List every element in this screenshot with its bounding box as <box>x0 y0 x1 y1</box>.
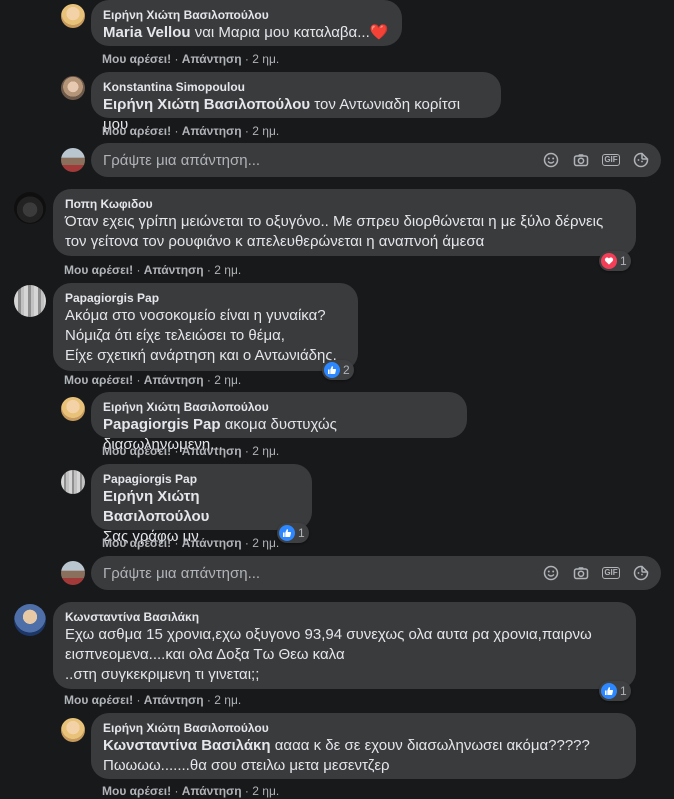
comment-bubble: Konstantina Simopoulou Ειρήνη Χιώτη Βασι… <box>91 72 501 133</box>
avatar[interactable] <box>61 76 85 100</box>
comment-bubble: Ειρήνη Χιώτη Βασιλοπούλου Κωνσταντίνα Βα… <box>91 713 636 779</box>
comment-author[interactable]: Papagiorgis Pap <box>65 290 346 306</box>
reply-action[interactable]: Απάντηση <box>144 693 204 707</box>
reaction-count[interactable]: 1 <box>599 681 631 701</box>
sticker-icon[interactable] <box>633 565 649 581</box>
camera-icon[interactable] <box>573 565 589 581</box>
current-user-avatar <box>61 148 85 172</box>
comment-text-line: Νόμιζα ότι είχε τελειώσει το θέμα, <box>65 327 285 344</box>
comment-actions: Μου αρέσει! · Απάντηση · 2 ημ. <box>64 693 242 707</box>
comment-text-line: Ακόμα στο νοσοκομείο είναι η γυναίκα? <box>65 307 326 324</box>
comment-text-line: Είχε σχετική ανάρτηση και ο Αντωνιάδης. <box>65 347 337 364</box>
comment-actions: Μου αρέσει! · Απάντηση · 2 ημ. <box>64 373 242 387</box>
comment-author[interactable]: Ειρήνη Χιώτη Βασιλοπούλου <box>103 720 624 736</box>
comment-actions: Μου αρέσει! · Απάντηση · 2 ημ. <box>102 536 280 550</box>
reply-action[interactable]: Απάντηση <box>182 52 242 66</box>
mention-link[interactable]: Maria Vellou <box>103 24 191 41</box>
comment-bubble: Ειρήνη Χιώτη Βασιλοπούλου Papagiorgis Pa… <box>91 392 467 453</box>
comment-text-line: τον γείτονα τον ρουφιάνο κ απελευθερώνετ… <box>65 233 485 250</box>
like-reaction-icon <box>324 362 340 378</box>
like-action[interactable]: Μου αρέσει! <box>102 52 171 66</box>
avatar[interactable] <box>14 285 46 317</box>
timestamp[interactable]: 2 ημ. <box>252 444 279 458</box>
camera-icon[interactable] <box>573 152 589 168</box>
comment-bubble: Κωνσταντίνα Βασιλάκη Εχω ασθμα 15 χρονια… <box>53 602 636 689</box>
comment-actions: Μου αρέσει! · Απάντηση · 2 ημ. <box>102 444 280 458</box>
like-action[interactable]: Μου αρέσει! <box>102 124 171 138</box>
emoji-icon[interactable] <box>543 565 559 581</box>
sticker-icon[interactable] <box>633 152 649 168</box>
timestamp[interactable]: 2 ημ. <box>252 536 279 550</box>
comment-author[interactable]: Konstantina Simopoulou <box>103 79 489 95</box>
avatar[interactable] <box>61 397 85 421</box>
reply-action[interactable]: Απάντηση <box>182 536 242 550</box>
timestamp[interactable]: 2 ημ. <box>252 52 279 66</box>
mention-link[interactable]: Κωνσταντίνα Βασιλάκη <box>103 737 271 754</box>
timestamp[interactable]: 2 ημ. <box>214 373 241 387</box>
comment-author[interactable]: Papagiorgis Pap <box>103 471 300 487</box>
reaction-count[interactable]: 2 <box>322 360 354 380</box>
like-action[interactable]: Μου αρέσει! <box>102 784 171 798</box>
like-action[interactable]: Μου αρέσει! <box>102 536 171 550</box>
reply-action[interactable]: Απάντηση <box>144 373 204 387</box>
heart-reaction-icon <box>601 253 617 269</box>
timestamp[interactable]: 2 ημ. <box>214 693 241 707</box>
comment-author[interactable]: Ποπη Κωφιδου <box>65 196 624 212</box>
current-user-avatar <box>61 561 85 585</box>
comment-text-line: Πωωωω.......θα σου στειλω μετα μεσεντζερ <box>103 757 390 774</box>
comment-text-line: εισπνεομενα....και ολα Δοξα Τω Θεω καλα <box>65 646 345 663</box>
avatar[interactable] <box>61 718 85 742</box>
comment-text: Maria Vellou ναι Μαρια μου καταλαβα...❤️ <box>103 24 389 41</box>
comment-actions: Μου αρέσει! · Απάντηση · 2 ημ. <box>102 124 280 138</box>
gif-icon[interactable]: GIF <box>602 565 620 581</box>
comment-text: Κωνσταντίνα Βασιλάκη αααα κ δε σε εχουν … <box>103 737 590 754</box>
reaction-count[interactable]: 1 <box>599 251 631 271</box>
reply-placeholder: Γράψτε μια απάντηση... <box>103 151 261 169</box>
comment-bubble: Ποπη Κωφιδου Όταν εχεις γρίπη μειώνεται … <box>53 189 636 256</box>
comment-author[interactable]: Ειρήνη Χιώτη Βασιλοπούλου <box>103 7 390 23</box>
mention-link[interactable]: Ειρήνη Χιώτη Βασιλοπούλου <box>103 488 209 525</box>
reply-input[interactable]: Γράψτε μια απάντηση... GIF <box>91 143 661 177</box>
heart-emoji: ❤️ <box>369 24 389 41</box>
comment-actions: Μου αρέσει! · Απάντηση · 2 ημ. <box>64 263 242 277</box>
reply-placeholder: Γράψτε μια απάντηση... <box>103 564 261 582</box>
comment-author[interactable]: Ειρήνη Χιώτη Βασιλοπούλου <box>103 399 455 415</box>
comment-text-line: ..στη συγκεκριμενη τι γινεται;; <box>65 666 260 683</box>
reply-action[interactable]: Απάντηση <box>144 263 204 277</box>
reply-action[interactable]: Απάντηση <box>182 784 242 798</box>
mention-link[interactable]: Papagiorgis Pap <box>103 416 221 433</box>
like-reaction-icon <box>601 683 617 699</box>
gif-icon[interactable]: GIF <box>602 152 620 168</box>
comment-text-line: Όταν εχεις γρίπη μειώνεται το οξυγόνο.. … <box>65 213 604 230</box>
comment-actions: Μου αρέσει! · Απάντηση · 2 ημ. <box>102 52 280 66</box>
comment-bubble: Papagiorgis Pap Ειρήνη Χιώτη Βασιλοπούλο… <box>91 464 312 545</box>
like-action[interactable]: Μου αρέσει! <box>64 693 133 707</box>
reply-action[interactable]: Απάντηση <box>182 444 242 458</box>
comment-text-line: Εχω ασθμα 15 χρονια,εχω οξυγονο 93,94 συ… <box>65 626 592 643</box>
avatar[interactable] <box>61 470 85 494</box>
like-action[interactable]: Μου αρέσει! <box>64 263 133 277</box>
timestamp[interactable]: 2 ημ. <box>252 124 279 138</box>
avatar[interactable] <box>14 604 46 636</box>
reply-action[interactable]: Απάντηση <box>182 124 242 138</box>
reaction-count[interactable]: 1 <box>277 523 309 543</box>
mention-link[interactable]: Ειρήνη Χιώτη Βασιλοπούλου <box>103 96 310 113</box>
timestamp[interactable]: 2 ημ. <box>252 784 279 798</box>
like-action[interactable]: Μου αρέσει! <box>102 444 171 458</box>
like-reaction-icon <box>279 525 295 541</box>
like-action[interactable]: Μου αρέσει! <box>64 373 133 387</box>
comment-text: Ειρήνη Χιώτη Βασιλοπούλου <box>103 487 300 527</box>
comment-bubble: Papagiorgis Pap Ακόμα στο νοσοκομείο είν… <box>53 283 358 371</box>
reply-input[interactable]: Γράψτε μια απάντηση... GIF <box>91 556 661 590</box>
comment-bubble: Ειρήνη Χιώτη Βασιλοπούλου Maria Vellou ν… <box>91 0 402 46</box>
timestamp[interactable]: 2 ημ. <box>214 263 241 277</box>
emoji-icon[interactable] <box>543 152 559 168</box>
avatar[interactable] <box>61 4 85 28</box>
comment-author[interactable]: Κωνσταντίνα Βασιλάκη <box>65 609 624 625</box>
avatar[interactable] <box>14 192 46 224</box>
